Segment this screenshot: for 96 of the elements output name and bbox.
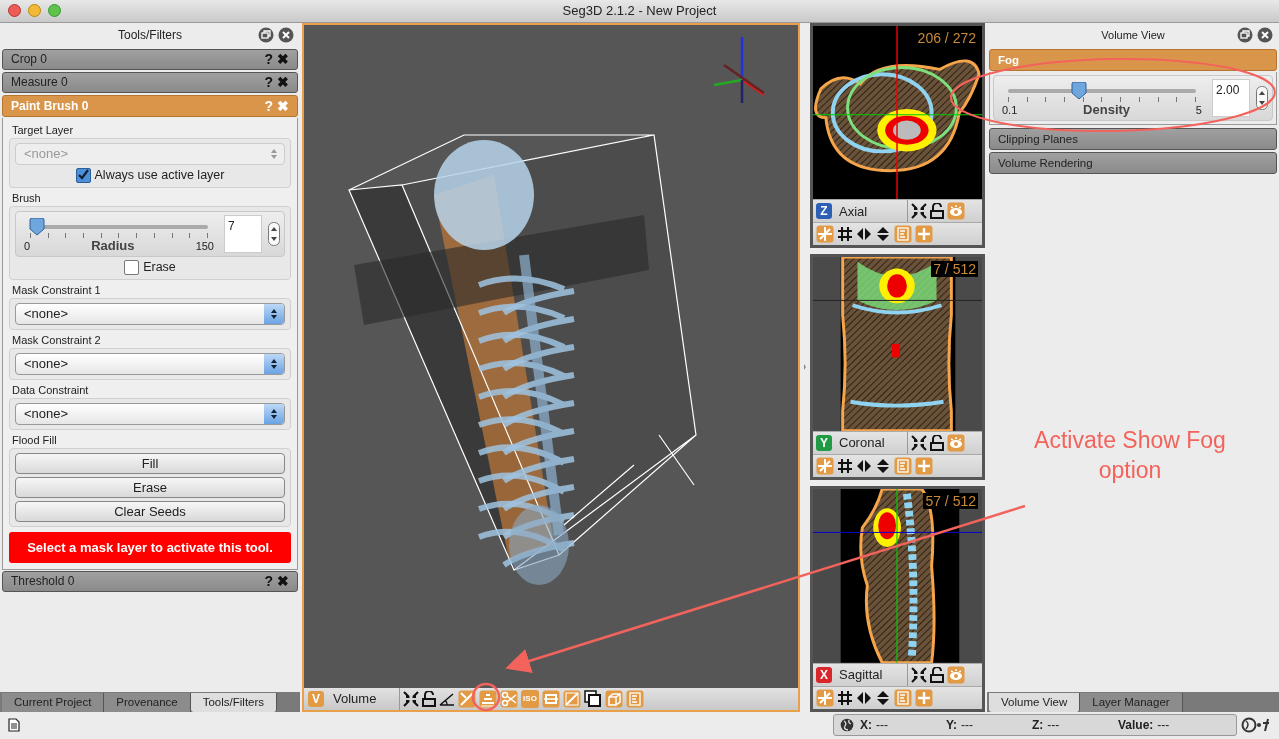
globe-pointer-icon[interactable] — [1241, 717, 1271, 734]
flood-fill-button[interactable]: Fill — [15, 452, 285, 474]
float-icon[interactable] — [258, 26, 274, 43]
stepper-arrows-icon — [270, 147, 278, 160]
document-icon[interactable] — [8, 718, 20, 733]
viewer-label: Sagittal — [835, 663, 908, 686]
flip-vertical-icon[interactable] — [875, 457, 891, 474]
close-button[interactable]: ✖ — [277, 74, 289, 91]
checkbox-label: Always use active layer — [94, 168, 225, 183]
slider-name: Radius — [91, 237, 135, 253]
slider-max: 150 — [195, 239, 214, 252]
tool-header[interactable]: Measure 0 ? ✖ — [2, 71, 298, 93]
stepper-arrows-icon — [270, 407, 278, 420]
coordinate-readout: Z: --- — [1032, 718, 1061, 733]
slider-thumb[interactable] — [1071, 81, 1088, 100]
flip-horizontal-icon[interactable] — [856, 457, 872, 474]
close-button[interactable]: ✖ — [277, 573, 289, 590]
flip-horizontal-icon[interactable] — [856, 689, 872, 706]
checkbox[interactable] — [75, 167, 91, 183]
shrink-arrows-icon[interactable] — [403, 690, 419, 707]
lock-icon[interactable] — [422, 690, 436, 707]
view-badge: V — [308, 690, 324, 707]
constraint-dropdown[interactable]: <none> — [15, 402, 285, 425]
help-button[interactable]: ? — [264, 573, 273, 590]
value-field[interactable]: 7 — [224, 214, 262, 253]
constraint-dropdown[interactable]: <none> — [15, 352, 285, 375]
panel-title: Volume View — [1101, 29, 1165, 42]
stepper-arrows-icon — [270, 357, 278, 370]
section-label: Flood Fill — [11, 432, 58, 446]
help-button[interactable]: ? — [264, 74, 273, 91]
view-badge: Y — [816, 434, 832, 451]
slider-max: 5 — [1195, 103, 1202, 116]
lock-icon[interactable] — [930, 434, 944, 451]
close-icon[interactable] — [278, 26, 294, 43]
viewer-label: Coronal — [835, 431, 908, 454]
close-icon[interactable] — [1257, 26, 1273, 43]
slice-number: 7 / 512 — [931, 261, 978, 278]
grid-icon[interactable] — [837, 226, 853, 243]
splitter-handle-icon[interactable] — [803, 364, 807, 371]
section-label: Data Constraint — [11, 382, 90, 396]
section-label: Mask Constraint 2 — [11, 332, 102, 346]
shrink-arrows-icon[interactable] — [911, 666, 927, 683]
section-label: Target Layer — [11, 122, 75, 136]
slider-min: 0.1 — [1002, 103, 1018, 116]
coordinate-readout: Y: --- — [946, 718, 975, 733]
constraint-dropdown[interactable]: <none> — [15, 302, 285, 325]
flip-horizontal-icon[interactable] — [856, 226, 872, 243]
flip-vertical-icon[interactable] — [875, 226, 891, 243]
spinner-arrows-icon[interactable] — [268, 221, 280, 246]
shrink-arrows-icon[interactable] — [911, 434, 927, 451]
coordinate-readout: X: --- — [860, 718, 889, 733]
annotation-text: Activate Show Fog option — [1033, 426, 1227, 485]
warning-message: Select a mask layer to activate this tool. — [9, 531, 291, 563]
lock-icon[interactable] — [930, 203, 944, 220]
slider-thumb[interactable] — [29, 217, 46, 236]
checkbox[interactable] — [124, 259, 140, 275]
value-field[interactable]: 2.00 — [1212, 78, 1250, 117]
help-button[interactable]: ? — [264, 51, 273, 68]
copy-icon[interactable] — [584, 689, 602, 708]
fog-layers-icon[interactable] — [479, 689, 497, 708]
float-icon[interactable] — [1237, 26, 1253, 43]
section-label: Brush — [11, 190, 42, 204]
close-button[interactable]: ✖ — [277, 51, 289, 68]
close-window-icon[interactable] — [8, 4, 21, 18]
viewer-label: Volume — [327, 687, 400, 710]
stepper-arrows-icon — [270, 307, 278, 320]
tool-header[interactable]: Crop 0 ? ✖ — [2, 48, 298, 70]
slider-name: Density — [1083, 101, 1131, 117]
lock-icon[interactable] — [930, 666, 944, 683]
spinner-arrows-icon[interactable] — [1256, 85, 1268, 110]
view-badge: Z — [816, 203, 832, 220]
tool-header[interactable]: Threshold 0 ? ✖ — [2, 570, 298, 592]
zoom-window-icon[interactable] — [48, 4, 61, 18]
highlight-circle — [471, 682, 501, 712]
panel-tab[interactable]: Provenance — [104, 692, 191, 712]
checkbox-label: Erase — [143, 260, 176, 275]
panel-tab[interactable]: Tools/Filters — [190, 692, 278, 712]
slider-min: 0 — [24, 239, 31, 252]
panel-title: Tools/Filters — [118, 28, 182, 43]
panel-tab[interactable]: Volume View — [989, 692, 1081, 712]
view-badge: X — [816, 666, 832, 683]
section-header[interactable]: Volume Rendering — [989, 151, 1277, 174]
coordinate-readout: Value: --- — [1118, 718, 1171, 733]
grid-icon[interactable] — [837, 457, 853, 474]
section-label: Mask Constraint 1 — [11, 282, 102, 296]
ruler-icon[interactable] — [439, 690, 455, 707]
grid-icon[interactable] — [837, 689, 853, 706]
shrink-arrows-icon[interactable] — [911, 203, 927, 220]
panel-tab[interactable]: Current Project — [2, 692, 105, 712]
flood-fill-button[interactable]: Clear Seeds — [15, 500, 285, 522]
panel-tab[interactable]: Layer Manager — [1080, 692, 1183, 712]
flood-fill-button[interactable]: Erase — [15, 476, 285, 498]
section-header[interactable]: Clipping Planes — [989, 127, 1277, 150]
flip-vertical-icon[interactable] — [875, 689, 891, 706]
window-title: Seg3D 2.1.2 - New Project — [562, 3, 717, 19]
globe-icon — [840, 718, 854, 733]
